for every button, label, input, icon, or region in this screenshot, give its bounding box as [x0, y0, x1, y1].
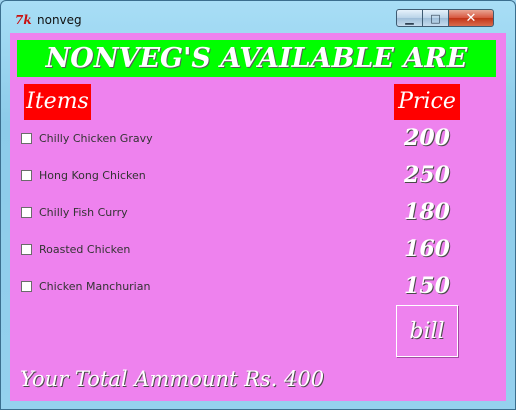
close-button[interactable]: ✕ — [448, 9, 494, 27]
checkbox[interactable] — [21, 281, 32, 292]
checkbox-item-roasted-chicken[interactable]: Roasted Chicken — [21, 243, 130, 256]
items-header: Items — [24, 84, 91, 120]
item-label: Hong Kong Chicken — [39, 169, 146, 182]
price-value: 200 — [404, 125, 450, 151]
item-label: Chilly Chicken Gravy — [39, 132, 153, 145]
price-value: 180 — [404, 199, 450, 225]
checkbox[interactable] — [21, 133, 32, 144]
checkbox-item-chilly-chicken-gravy[interactable]: Chilly Chicken Gravy — [21, 132, 153, 145]
price-value: 150 — [404, 273, 450, 299]
item-label: Roasted Chicken — [39, 243, 131, 256]
maximize-button[interactable]: □ — [422, 9, 449, 27]
tk-feather-icon: 7k — [15, 13, 32, 27]
total-amount-label: Your Total Ammount Rs. 400 — [20, 367, 325, 391]
checkbox[interactable] — [21, 244, 32, 255]
price-value: 160 — [404, 236, 450, 262]
checkbox[interactable] — [21, 207, 32, 218]
client-area: NONVEG'S AVAILABLE ARE Items Price Chill… — [10, 33, 506, 401]
banner-heading: NONVEG'S AVAILABLE ARE — [17, 40, 496, 77]
price-header: Price — [394, 84, 460, 120]
checkbox-item-chilly-fish-curry[interactable]: Chilly Fish Curry — [21, 206, 128, 219]
maximize-icon: □ — [430, 11, 441, 25]
bill-button[interactable]: bill — [396, 305, 458, 357]
price-value: 250 — [404, 162, 450, 188]
checkbox[interactable] — [21, 170, 32, 181]
close-icon: ✕ — [465, 10, 477, 26]
checkbox-item-hong-kong-chicken[interactable]: Hong Kong Chicken — [21, 169, 146, 182]
window-title: nonveg — [37, 13, 82, 27]
minimize-button[interactable]: ▁ — [396, 9, 423, 27]
minimize-icon: ▁ — [405, 11, 414, 25]
checkbox-item-chicken-manchurian[interactable]: Chicken Manchurian — [21, 280, 150, 293]
item-label: Chilly Fish Curry — [39, 206, 128, 219]
item-label: Chicken Manchurian — [39, 280, 151, 293]
app-window: 7k nonveg ▁ □ ✕ NONVEG'S AVAILABLE ARE I… — [0, 0, 516, 410]
